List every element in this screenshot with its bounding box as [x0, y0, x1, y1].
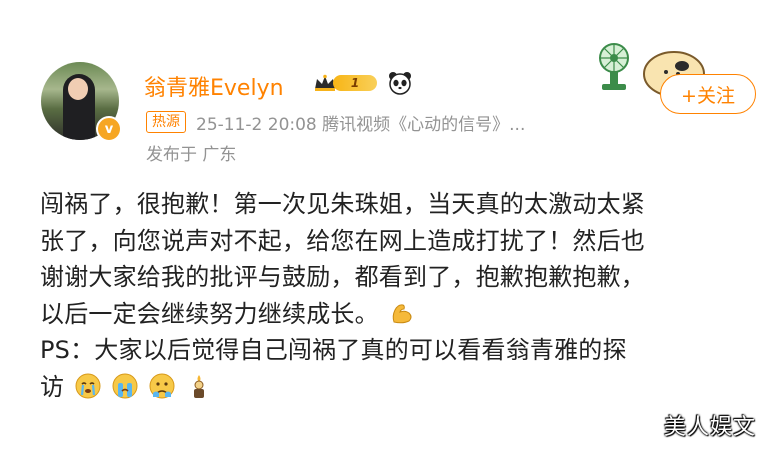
post-line-text: 访: [40, 372, 65, 401]
loudly-crying-face-icon: [112, 373, 138, 398]
post-line: 张了，向您说声对不起，给您在网上造成打扰了！然后也: [40, 226, 645, 255]
member-level-badge[interactable]: 1: [313, 72, 379, 94]
post-line: 谢谢大家给我的批评与鼓励，都看到了，抱歉抱歉抱歉，: [40, 263, 645, 291]
username[interactable]: 翁青雅Evelyn: [144, 70, 284, 102]
post-line-with-emoji: 访: [40, 369, 755, 406]
post-line: PS：大家以后觉得自己闯祸了真的可以看看翁青雅的探: [40, 336, 627, 364]
tearful-face-icon: [149, 373, 175, 398]
location-text: 发布于 广东: [146, 145, 237, 165]
hot-source-tag[interactable]: 热源: [146, 111, 186, 133]
level-pill: 1: [333, 75, 377, 91]
post-body: 闯祸了，很抱歉！第一次见朱珠姐，当天真的太激动太紧 张了，向您说声对不起，给您在…: [40, 186, 755, 405]
post-header: v 翁青雅Evelyn 1 热源 25-11-2 20:08 腾讯视频《心动的信…: [0, 0, 775, 175]
post-line-with-emoji: 以后一定会继续努力继续成长。: [40, 296, 755, 333]
meta-row: 热源 25-11-2 20:08 腾讯视频《心动的信号》...: [146, 110, 525, 135]
candle-figure-icon: [193, 374, 204, 398]
crying-face-icon: [75, 373, 101, 398]
verified-badge-icon: v: [96, 116, 122, 142]
timestamp-source[interactable]: 25-11-2 20:08 腾讯视频《心动的信号》...: [196, 110, 525, 135]
post-line-text: 以后一定会继续努力继续成长。: [40, 299, 379, 328]
post-line: 闯祸了，很抱歉！第一次见朱珠姐，当天真的太激动太紧: [40, 190, 645, 218]
avatar-face-shape: [68, 78, 88, 100]
flexed-biceps-icon: [392, 303, 412, 323]
follow-button[interactable]: +关注: [660, 74, 756, 114]
watermark: 美人娱文: [664, 415, 757, 440]
panda-icon: [389, 72, 411, 95]
